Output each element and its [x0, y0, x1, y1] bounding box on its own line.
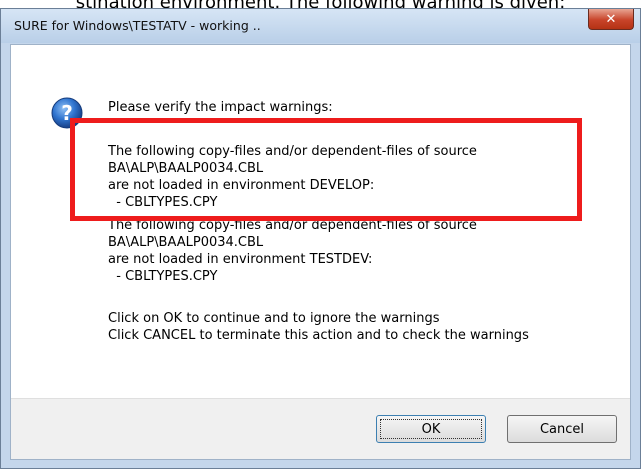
message-heading: Please verify the impact warnings:	[108, 100, 333, 115]
close-icon: ✕	[605, 11, 617, 27]
close-button[interactable]: ✕	[588, 9, 634, 30]
dialog-window: SURE for Windows\TESTATV - working .. ✕ …	[0, 8, 641, 469]
instruction-ok: Click on OK to continue and to ignore th…	[108, 311, 440, 326]
highlight-annotation-box	[70, 118, 582, 221]
ok-button[interactable]: OK	[376, 415, 486, 443]
cancel-button[interactable]: Cancel	[507, 415, 617, 443]
cancel-button-label: Cancel	[539, 421, 585, 437]
warning-2-line-4: - CBLTYPES.CPY	[108, 269, 218, 284]
button-bar: OK Cancel	[11, 398, 630, 459]
dialog-client-area: ? Please verify the impact warnings: The…	[10, 44, 631, 460]
instruction-cancel: Click CANCEL to terminate this action an…	[108, 328, 529, 343]
focus-rectangle	[380, 419, 482, 439]
title-bar[interactable]: SURE for Windows\TESTATV - working .. ✕	[1, 9, 640, 43]
warning-2-line-3: are not loaded in environment TESTDEV:	[108, 252, 373, 267]
window-title: SURE for Windows\TESTATV - working ..	[14, 18, 261, 33]
warning-2-line-2: BA\ALP\BAALP0034.CBL	[108, 235, 264, 250]
